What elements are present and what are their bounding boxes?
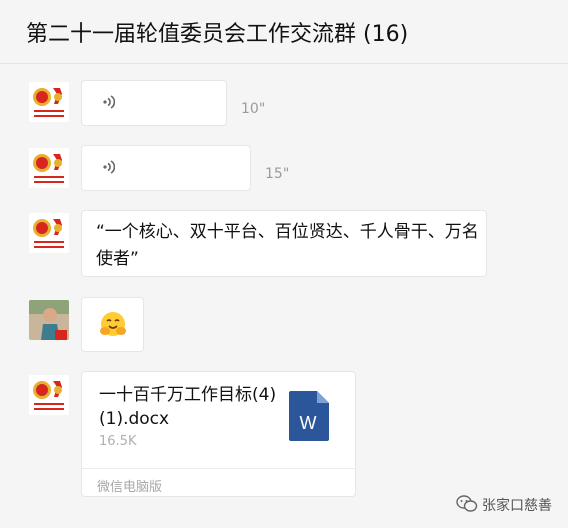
text-message-bubble[interactable]: “一个核心、双十平台、百位贤达、千人骨干、万名使者” (81, 210, 487, 277)
watermark-text: 张家口慈善 (482, 498, 552, 514)
word-doc-icon: W (289, 391, 329, 441)
emoji-message-bubble[interactable] (81, 297, 144, 352)
committee-emblem-avatar[interactable] (29, 148, 69, 188)
file-message-card[interactable]: 一十百千万工作目标(4)(1).docx 16.5K W 微信电脑版 (81, 371, 356, 497)
voice-duration: 10" (241, 101, 266, 117)
voice-message-bubble[interactable] (81, 80, 227, 126)
chat-header: 第二十一届轮值委员会工作交流群 (16) (0, 0, 568, 64)
file-size: 16.5K (99, 434, 137, 449)
user-photo-avatar[interactable] (29, 300, 69, 340)
chat-title: 第二十一届轮值委员会工作交流群 (16) (26, 22, 409, 47)
wechat-official-account-icon (456, 495, 478, 512)
voice-duration: 15" (265, 166, 290, 182)
committee-emblem-avatar[interactable] (29, 82, 69, 122)
voice-wave-icon (103, 160, 115, 174)
voice-wave-icon (103, 95, 115, 109)
svg-text:W: W (300, 413, 317, 433)
message-text: “一个核心、双十平台、百位贤达、千人骨干、万名使者” (96, 222, 479, 269)
committee-emblem-avatar[interactable] (29, 213, 69, 253)
committee-emblem-avatar[interactable] (29, 375, 69, 415)
hugging-face-emoji-icon (100, 312, 126, 336)
file-name: 一十百千万工作目标(4)(1).docx (99, 385, 277, 429)
voice-message-bubble[interactable] (81, 145, 251, 191)
file-source-label: 微信电脑版 (97, 480, 163, 495)
file-card-divider (82, 468, 355, 469)
